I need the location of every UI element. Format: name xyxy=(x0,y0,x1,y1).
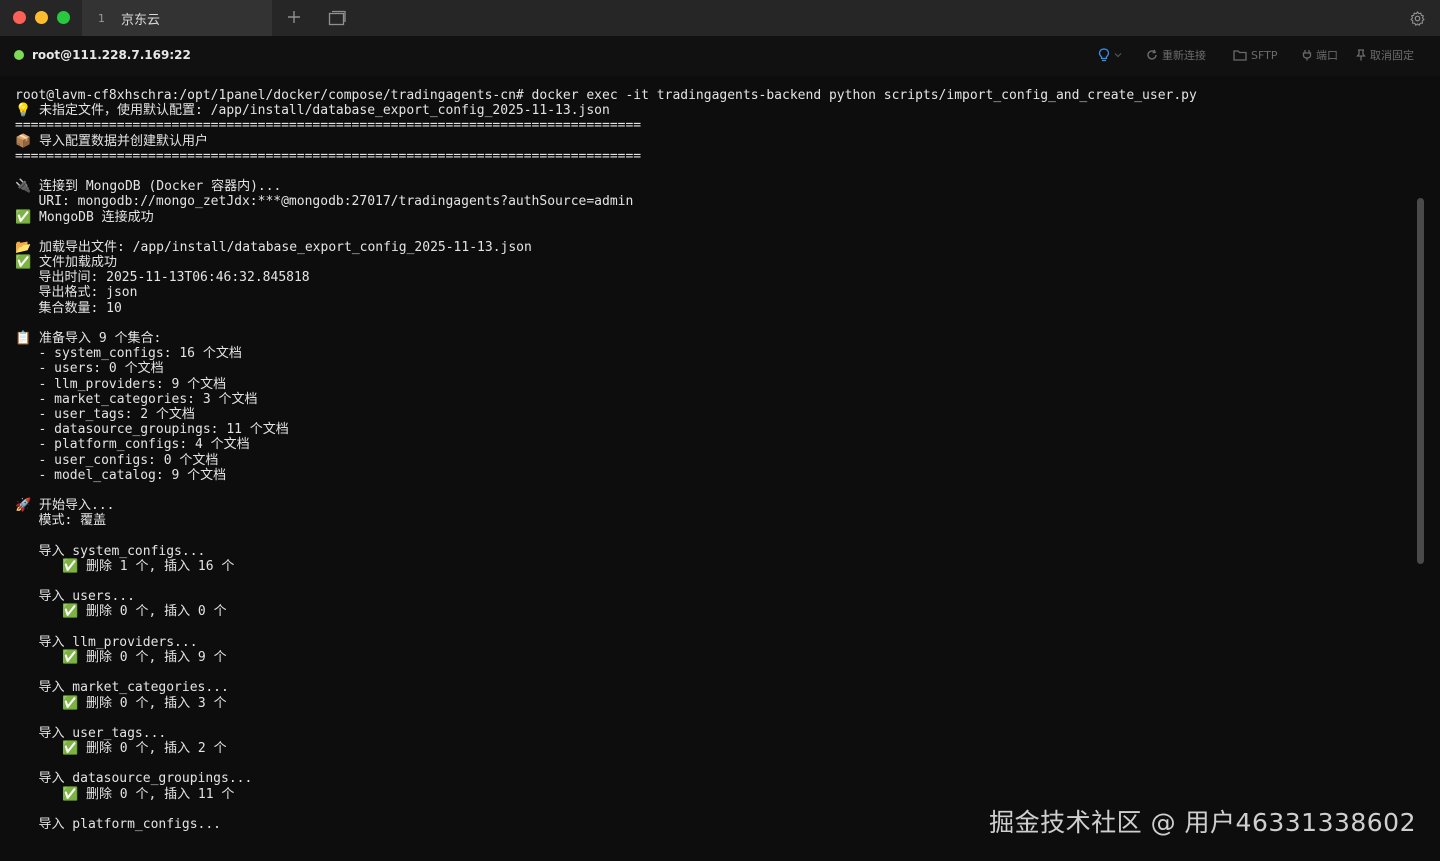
chevron-down-icon xyxy=(1114,53,1122,58)
settings-button[interactable] xyxy=(1409,10,1426,27)
terminal-output[interactable]: root@lavm-cf8xhschra:/opt/1panel/docker/… xyxy=(15,88,1410,861)
terminal-line: 导入 user_tags... xyxy=(15,725,167,741)
terminal-line: - llm_providers: 9 个文档 xyxy=(15,376,227,392)
terminal-line: 导入 llm_providers... xyxy=(15,634,198,650)
terminal-line: ✅ 删除 0 个, 插入 2 个 xyxy=(15,741,227,757)
unpin-button[interactable]: 取消固定 xyxy=(1356,47,1414,63)
terminal-line: 导入 users... xyxy=(15,589,135,605)
terminal-line: 🚀 开始导入... xyxy=(15,498,115,514)
hint-button[interactable] xyxy=(1098,47,1126,63)
sftp-label: SFTP xyxy=(1251,48,1278,62)
lightbulb-icon xyxy=(1098,48,1110,62)
terminal-line: - user_tags: 2 个文档 xyxy=(15,406,195,422)
tab-index: 1 xyxy=(98,11,105,25)
close-window-button[interactable] xyxy=(13,11,26,24)
terminal-line: - user_configs: 0 个文档 xyxy=(15,452,219,468)
folder-icon xyxy=(1233,50,1247,61)
new-tab-button[interactable] xyxy=(284,8,304,28)
watermark: 掘金技术社区 @ 用户46331338602 xyxy=(989,808,1416,837)
port-label: 端口 xyxy=(1316,49,1338,62)
terminal-line: 🔌 连接到 MongoDB (Docker 容器内)... xyxy=(15,179,282,195)
new-window-button[interactable] xyxy=(328,10,346,26)
connection-status-dot xyxy=(14,50,24,60)
terminal-line: 模式: 覆盖 xyxy=(15,513,107,529)
terminal-line: ✅ 删除 0 个, 插入 0 个 xyxy=(15,604,227,620)
plug-icon xyxy=(1302,50,1312,61)
terminal-line: 导入 datasource_groupings... xyxy=(15,771,253,787)
pin-icon xyxy=(1356,49,1366,61)
terminal-line: ✅ 删除 0 个, 插入 11 个 xyxy=(15,786,235,802)
terminal-line: URI: mongodb://mongo_zetJdx:***@mongodb:… xyxy=(15,194,634,210)
session-bar: root@111.228.7.169:22 重新连接 SFTP 端口 取消固定 xyxy=(0,36,1440,76)
tab-title: 京东云 xyxy=(121,12,161,28)
session-host: root@111.228.7.169:22 xyxy=(32,48,191,62)
sftp-button[interactable]: SFTP xyxy=(1233,47,1277,63)
terminal-line: 导入 system_configs... xyxy=(15,543,206,559)
terminal-line: - datasource_groupings: 11 个文档 xyxy=(15,422,289,438)
reconnect-label: 重新连接 xyxy=(1162,49,1206,62)
terminal-line: 📦 导入配置数据并创建默认用户 xyxy=(15,133,209,149)
terminal-line: ✅ MongoDB 连接成功 xyxy=(15,209,154,225)
terminal-line: 📋 准备导入 9 个集合: xyxy=(15,331,162,346)
terminal-line: 📂 加载导出文件: /app/install/database_export_c… xyxy=(15,239,532,255)
session-tab[interactable]: 1 京东云 xyxy=(82,0,272,36)
terminal-line: ✅ 删除 0 个, 插入 3 个 xyxy=(15,695,227,711)
gear-icon xyxy=(1410,11,1425,26)
terminal-line: - model_catalog: 9 个文档 xyxy=(15,467,227,483)
terminal-line: - platform_configs: 4 个文档 xyxy=(15,437,250,453)
terminal-line: 💡 未指定文件，使用默认配置: /app/install/database_ex… xyxy=(15,103,610,119)
terminal-line: ✅ 删除 0 个, 插入 9 个 xyxy=(15,649,227,665)
reconnect-button[interactable]: 重新连接 xyxy=(1146,47,1206,63)
minimize-window-button[interactable] xyxy=(35,11,48,24)
terminal-line: 导入 market_categories... xyxy=(15,680,229,696)
maximize-window-button[interactable] xyxy=(57,11,70,24)
terminal-line: 集合数量: 10 xyxy=(15,300,122,316)
plus-icon xyxy=(288,11,300,23)
terminal-line: ========================================… xyxy=(15,118,642,134)
terminal-line: ✅ 文件加载成功 xyxy=(15,255,118,271)
terminal-line: 导出格式: json xyxy=(15,285,138,301)
terminal-line: - system_configs: 16 个文档 xyxy=(15,346,242,362)
terminal-line: 导出时间: 2025-11-13T06:46:32.845818 xyxy=(15,270,310,286)
terminal-line: ✅ 删除 1 个, 插入 16 个 xyxy=(15,558,235,574)
refresh-icon xyxy=(1147,49,1157,60)
window-icon xyxy=(328,10,346,26)
terminal-line: - users: 0 个文档 xyxy=(15,361,164,377)
port-button[interactable]: 端口 xyxy=(1302,47,1338,63)
terminal-line: ========================================… xyxy=(15,148,642,164)
title-bar: 1 京东云 xyxy=(0,0,1440,36)
scrollbar-thumb[interactable] xyxy=(1417,198,1424,564)
unpin-label: 取消固定 xyxy=(1370,49,1414,62)
terminal-line: - market_categories: 3 个文档 xyxy=(15,391,258,407)
terminal-line: root@lavm-cf8xhschra:/opt/1panel/docker/… xyxy=(15,88,1197,103)
